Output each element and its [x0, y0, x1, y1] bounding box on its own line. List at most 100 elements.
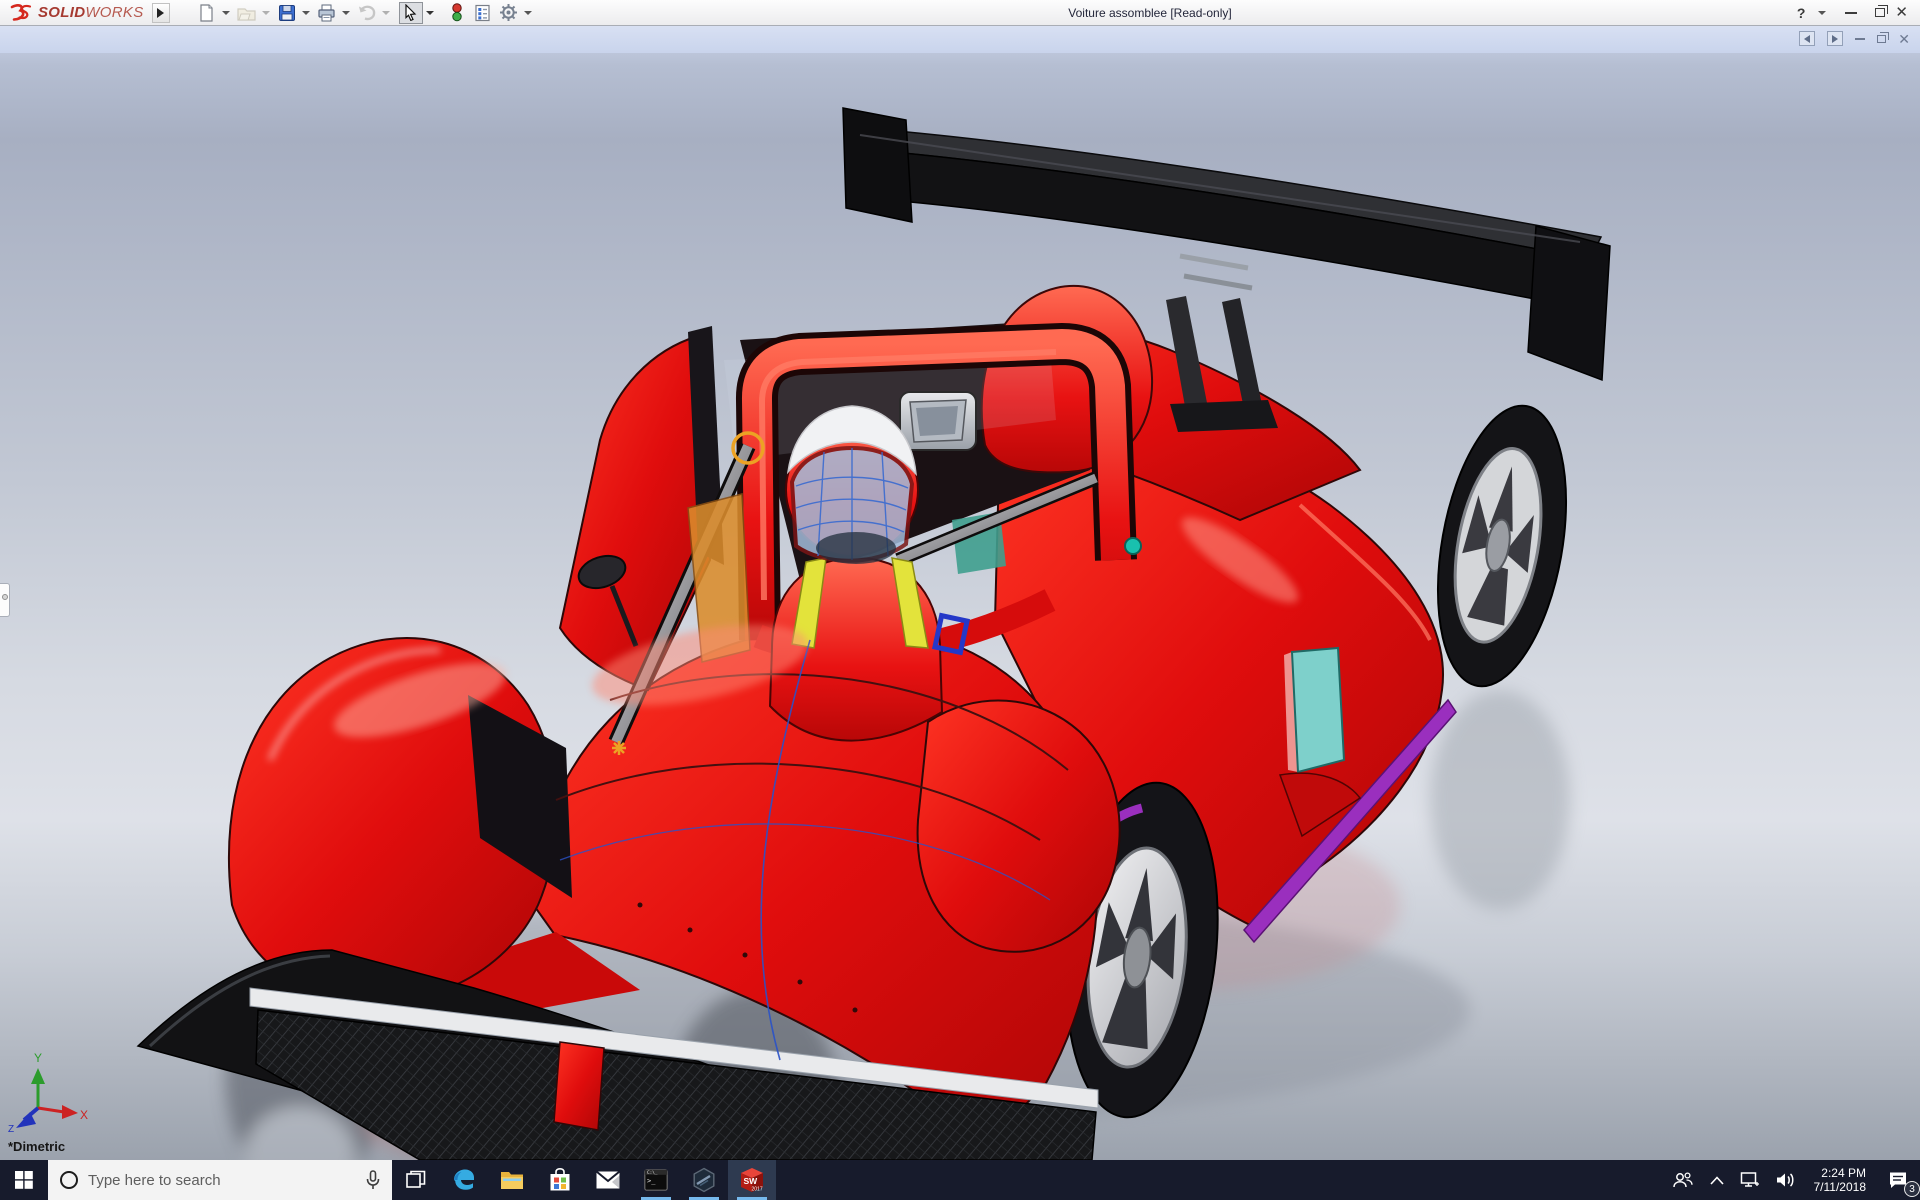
options-caret[interactable] — [523, 10, 532, 15]
undo-caret[interactable] — [381, 10, 390, 15]
taskbar-store[interactable] — [536, 1160, 584, 1200]
triad-z-label: Z — [8, 1124, 14, 1135]
taskbar-search[interactable] — [48, 1160, 392, 1200]
close-button[interactable]: ✕ — [1895, 5, 1908, 20]
toolbar-open[interactable] — [234, 1, 274, 25]
taskbar-command-prompt[interactable]: C:\_ >_ — [632, 1160, 680, 1200]
doc-close-button[interactable]: ✕ — [1898, 32, 1910, 46]
minimize-button[interactable] — [1845, 11, 1858, 14]
file-explorer-icon — [501, 1172, 523, 1189]
document-window-strip: ✕ — [0, 26, 1920, 53]
toolbar-save[interactable] — [274, 1, 314, 25]
graphics-viewport[interactable]: ✕ Y X Z *Dimetric — [0, 26, 1920, 1160]
cyan-duct[interactable] — [1290, 646, 1346, 774]
visor-shadow — [816, 532, 896, 564]
svg-text:>_: >_ — [647, 1177, 656, 1185]
taskbar-solidworks[interactable]: SW 2017 — [728, 1160, 776, 1200]
model-canvas[interactable]: Y X Z — [0, 26, 1920, 1160]
new-document-icon — [200, 3, 213, 22]
toolbar-print[interactable] — [314, 1, 354, 25]
network-button[interactable] — [1732, 1160, 1768, 1200]
grille-divider[interactable] — [553, 1041, 605, 1131]
microphone-icon[interactable] — [366, 1170, 380, 1190]
toolbar-new[interactable] — [194, 1, 234, 25]
pane-right-icon — [1832, 34, 1839, 43]
taskbar-edge[interactable] — [440, 1160, 488, 1200]
menu-flyout-button[interactable] — [151, 2, 170, 23]
taskbar-mail[interactable] — [584, 1160, 632, 1200]
pane-left-button[interactable] — [1799, 31, 1816, 46]
task-view-button[interactable] — [392, 1160, 440, 1200]
solidworks-logo-glyph — [10, 3, 32, 21]
teal-fitting — [1124, 537, 1142, 555]
select-cursor-icon — [405, 4, 417, 21]
solidworks-2017-icon: SW 2017 — [741, 1168, 763, 1193]
toolbar-undo[interactable] — [354, 1, 394, 25]
save-floppy-icon — [278, 4, 295, 21]
svg-text:C:\_: C:\_ — [647, 1170, 658, 1176]
help-caret[interactable] — [1818, 10, 1827, 15]
task-view-icon — [406, 1170, 426, 1188]
start-button[interactable] — [0, 1160, 48, 1200]
svg-text:2017: 2017 — [752, 1187, 763, 1193]
taskbar-file-explorer[interactable] — [488, 1160, 536, 1200]
chevron-up-icon — [1709, 1175, 1724, 1185]
speaker-icon — [1776, 1173, 1793, 1187]
toolbar-select[interactable] — [398, 1, 438, 25]
save-caret[interactable] — [301, 10, 310, 15]
flyout-arrow-icon — [157, 7, 165, 18]
tray-overflow-button[interactable] — [1702, 1160, 1732, 1200]
selection-marker-star — [612, 741, 626, 755]
main-toolbar — [194, 0, 536, 26]
print-caret[interactable] — [341, 10, 350, 15]
pane-right-button[interactable] — [1827, 31, 1844, 46]
toolbar-file-properties[interactable] — [470, 1, 496, 25]
window-controls: ? ✕ — [1797, 5, 1920, 21]
new-caret[interactable] — [221, 10, 230, 15]
solidworks-logo: SOLIDWORKS — [0, 3, 144, 23]
store-icon — [550, 1168, 570, 1191]
svg-text:SW: SW — [744, 1176, 759, 1186]
document-window-controls: ✕ — [1799, 31, 1910, 46]
triad-x-label: X — [80, 1108, 88, 1122]
system-tray: 2:24 PM 7/11/2018 3 — [1664, 1160, 1920, 1200]
search-input[interactable] — [88, 1160, 366, 1200]
help-button[interactable]: ? — [1797, 5, 1806, 21]
rebuild-traffic-light-icon — [451, 3, 462, 22]
windows-logo-icon — [15, 1171, 33, 1189]
triad-y-label: Y — [34, 1051, 42, 1065]
options-gear-icon — [500, 4, 518, 21]
hexagon-app-icon — [693, 1167, 715, 1193]
clock-time: 2:24 PM — [1821, 1166, 1866, 1180]
wordmark-light: WORKS — [85, 4, 144, 21]
undo-icon — [358, 5, 375, 20]
toolbar-rebuild[interactable] — [444, 1, 470, 25]
people-button[interactable] — [1664, 1160, 1702, 1200]
restore-button[interactable] — [1875, 5, 1889, 17]
mail-icon — [596, 1171, 620, 1189]
clock-date: 7/11/2018 — [1813, 1180, 1867, 1194]
doc-restore-button[interactable] — [1877, 31, 1890, 43]
edge-icon — [454, 1169, 474, 1190]
rearview-mirror[interactable] — [899, 391, 977, 451]
volume-button[interactable] — [1768, 1160, 1804, 1200]
action-center-button[interactable]: 3 — [1876, 1160, 1920, 1200]
file-properties-icon — [475, 4, 490, 21]
open-caret[interactable] — [261, 10, 270, 15]
windows-taskbar: C:\_ >_ SW 2017 — [0, 1160, 1920, 1200]
pane-left-icon — [1804, 34, 1811, 43]
view-orientation-label: *Dimetric — [8, 1139, 66, 1154]
solidworks-wordmark: SOLIDWORKS — [38, 4, 144, 21]
clock[interactable]: 2:24 PM 7/11/2018 — [1804, 1160, 1877, 1200]
select-caret[interactable] — [425, 10, 434, 15]
print-icon — [318, 4, 335, 21]
doc-minimize-button[interactable] — [1855, 37, 1866, 40]
network-icon — [1740, 1172, 1759, 1187]
cortana-icon — [60, 1171, 78, 1189]
notification-badge: 3 — [1904, 1181, 1920, 1197]
taskbar-hexagon-app[interactable] — [680, 1160, 728, 1200]
open-folder-icon — [236, 7, 256, 21]
title-bar: SOLIDWORKS Voiture assomblee [Read-only]… — [0, 0, 1920, 26]
feature-panel-tab[interactable] — [0, 583, 10, 617]
toolbar-options[interactable] — [496, 1, 536, 25]
